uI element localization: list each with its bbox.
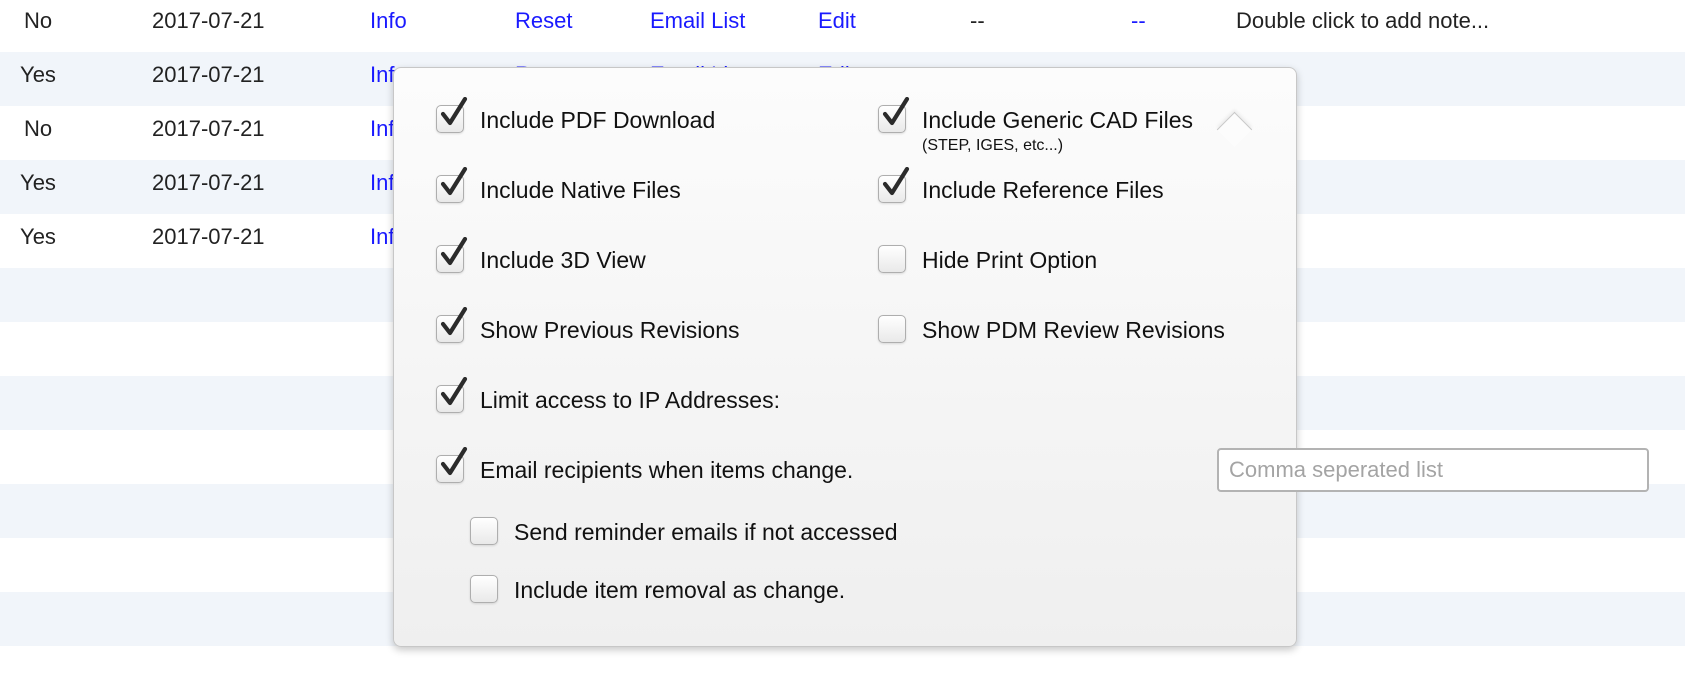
- option-sublabel: (STEP, IGES, etc...): [922, 137, 1064, 154]
- checkbox-checked[interactable]: [878, 167, 910, 203]
- email-list-link[interactable]: Email List: [650, 0, 745, 52]
- date-cell: 2017-07-21: [152, 224, 265, 249]
- date-cell: 2017-07-21: [152, 8, 265, 33]
- status-link[interactable]: --: [1131, 0, 1146, 52]
- enabled-cell: No: [23, 8, 53, 33]
- date-cell: 2017-07-21: [152, 170, 265, 195]
- ip-addresses-input[interactable]: [1217, 448, 1649, 492]
- checkmark-icon: [440, 377, 468, 406]
- option-label: Include item removal as change.: [514, 577, 846, 603]
- checkbox-checked[interactable]: [436, 237, 468, 273]
- enabled-cell: Yes: [20, 224, 56, 249]
- share-options-popover: Include PDF Download Include Generic CAD …: [393, 67, 1649, 647]
- checkmark-icon: [440, 307, 468, 336]
- date-cell: 2017-07-21: [152, 116, 265, 141]
- checkbox-unchecked[interactable]: [878, 315, 906, 343]
- checkmark-icon: [882, 167, 910, 196]
- table-row: No 2017-07-21 Info Reset Email List Edit -- -- D…: [0, 0, 1685, 52]
- checkbox-checked[interactable]: [878, 97, 910, 133]
- checkmark-icon: [440, 447, 468, 476]
- checkbox-unchecked[interactable]: [470, 575, 498, 603]
- enabled-cell: Yes: [20, 62, 56, 87]
- option-label: Include 3D View: [480, 247, 646, 273]
- enabled-cell: No: [23, 116, 53, 141]
- checkbox-checked[interactable]: [436, 97, 468, 133]
- checkmark-icon: [440, 97, 468, 126]
- option-label: Include Native Files: [480, 177, 681, 203]
- option-label: Include Reference Files: [922, 177, 1164, 203]
- checkbox-checked[interactable]: [436, 377, 468, 413]
- edit-link[interactable]: Edit: [818, 0, 856, 52]
- info-link[interactable]: Info: [370, 0, 407, 52]
- checkbox-checked[interactable]: [436, 167, 468, 203]
- checkmark-icon: [440, 167, 468, 196]
- option-label: Include PDF Download: [480, 107, 716, 133]
- reset-link[interactable]: Reset: [515, 0, 572, 52]
- status-cell: --: [970, 8, 985, 33]
- checkbox-checked[interactable]: [436, 307, 468, 343]
- option-label: Limit access to IP Addresses:: [480, 387, 780, 413]
- option-label: Send reminder emails if not accessed: [514, 519, 898, 545]
- date-cell: 2017-07-21: [152, 62, 265, 87]
- option-label: Hide Print Option: [922, 247, 1098, 273]
- checkbox-unchecked[interactable]: [878, 245, 906, 273]
- checkbox-checked[interactable]: [436, 447, 468, 483]
- checkmark-icon: [882, 97, 910, 126]
- option-label: Include Generic CAD Files: [922, 107, 1193, 133]
- popover-arrow: [1216, 111, 1253, 148]
- checkmark-icon: [440, 237, 468, 266]
- option-label: Show PDM Review Revisions: [922, 317, 1225, 343]
- enabled-cell: Yes: [20, 170, 56, 195]
- option-label: Show Previous Revisions: [480, 317, 740, 343]
- note-cell[interactable]: Double click to add note...: [1236, 0, 1489, 52]
- checkbox-unchecked[interactable]: [470, 517, 498, 545]
- option-label: Email recipients when items change.: [480, 457, 854, 483]
